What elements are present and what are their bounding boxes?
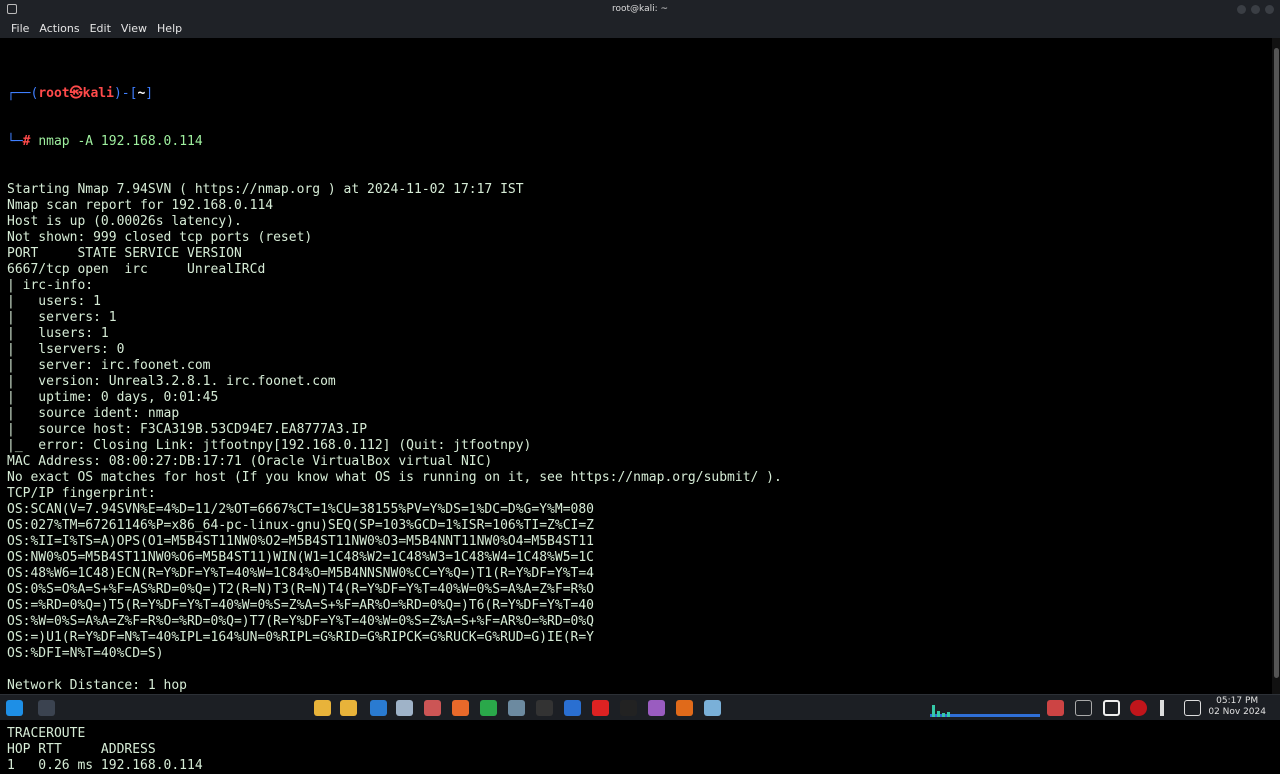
- output-line: OS:SCAN(V=7.94SVN%E=4%D=11/2%OT=6667%CT=…: [7, 502, 594, 517]
- prompt-line-1: ┌──(root㉿kali)-[~]: [7, 86, 154, 101]
- command-text: nmap -A 192.168.0.114: [38, 134, 203, 149]
- app-purple-icon[interactable]: [648, 700, 665, 716]
- screen-share-icon[interactable]: [1103, 700, 1120, 716]
- firefox-icon[interactable]: [452, 700, 469, 716]
- title-bar: root@kali: ~: [0, 0, 1280, 19]
- output-line: | servers: 1: [7, 310, 117, 325]
- minimize-button[interactable]: [1237, 5, 1246, 14]
- prompt-host: kali: [82, 86, 114, 101]
- maximize-button[interactable]: [1251, 5, 1260, 14]
- output-line: | source ident: nmap: [7, 406, 180, 421]
- output-line: | lusers: 1: [7, 326, 109, 341]
- file-manager-icon[interactable]: [340, 700, 357, 716]
- text-editor-icon[interactable]: [508, 700, 525, 716]
- output-line: Not shown: 999 closed tcp ports (reset): [7, 230, 313, 245]
- clock[interactable]: 05:17 PM 02 Nov 2024: [1208, 696, 1266, 718]
- output-line: OS:%W=0%S=A%A=Z%F=R%O=%RD=0%Q=)T7(R=Y%DF…: [7, 614, 594, 629]
- menu-help[interactable]: Help: [152, 19, 187, 38]
- cli-icon[interactable]: [620, 700, 637, 716]
- chrome-icon[interactable]: [480, 700, 497, 716]
- output-line: | server: irc.foonet.com: [7, 358, 211, 373]
- record-icon[interactable]: [1047, 700, 1064, 716]
- output-line: No exact OS matches for host (If you kno…: [7, 470, 782, 485]
- output-line: OS:0%S=O%A=S+%F=AS%RD=0%Q=)T2(R=N)T3(R=N…: [7, 582, 594, 597]
- scrollbar-thumb[interactable]: [1274, 48, 1279, 678]
- output-line: 6667/tcp open irc UnrealIRCd: [7, 262, 266, 277]
- output-line: MAC Address: 08:00:27:DB:17:71 (Oracle V…: [7, 454, 493, 469]
- desktop-icon[interactable]: [38, 700, 55, 716]
- output-line: |_ error: Closing Link: jtfootnpy[192.16…: [7, 438, 532, 453]
- folder-icon[interactable]: [314, 700, 331, 716]
- prompt-at: ㉿: [69, 86, 83, 101]
- output-line: | irc-info:: [7, 278, 94, 293]
- output-line: OS:%DFI=N%T=40%CD=S): [7, 646, 164, 661]
- output-line: Host is up (0.00026s latency).: [7, 214, 242, 229]
- terminal-icon[interactable]: [370, 700, 387, 716]
- app-blue-icon[interactable]: [704, 700, 721, 716]
- terminal-2-icon[interactable]: [536, 700, 553, 716]
- output-line: HOP RTT ADDRESS: [7, 742, 156, 757]
- output-line: 1 0.26 ms 192.168.0.114: [7, 758, 203, 773]
- output-line: TCP/IP fingerprint:: [7, 486, 156, 501]
- terminal-area[interactable]: ┌──(root㉿kali)-[~] └─# nmap -A 192.168.0…: [0, 38, 1272, 773]
- menu-file[interactable]: File: [0, 19, 34, 38]
- window-title: root@kali: ~: [611, 4, 669, 14]
- burp-icon[interactable]: [424, 700, 441, 716]
- menu-actions[interactable]: Actions: [34, 19, 84, 38]
- taskbar: 05:17 PM 02 Nov 2024: [0, 694, 1280, 720]
- output-line: | lservers: 0: [7, 342, 125, 357]
- volume-icon[interactable]: [1160, 700, 1170, 716]
- output-line: OS:027%TM=67261146%P=x86_64-pc-linux-gnu…: [7, 518, 594, 533]
- clock-date: 02 Nov 2024: [1208, 707, 1266, 717]
- output-line: OS:48%W6=1C48)ECN(R=Y%DF=Y%T=40%W=1C84%O…: [7, 566, 594, 581]
- app-orange-icon[interactable]: [676, 700, 693, 716]
- scrollbar[interactable]: [1272, 38, 1280, 694]
- menu-view[interactable]: View: [116, 19, 152, 38]
- prompt-symbol: #: [22, 134, 31, 149]
- notifications-icon[interactable]: [1184, 700, 1201, 716]
- cpu-graph: [930, 703, 1040, 717]
- network-icon[interactable]: [1075, 700, 1092, 716]
- close-button[interactable]: [1265, 5, 1274, 14]
- output-line: PORT STATE SERVICE VERSION: [7, 246, 242, 261]
- menu-edit[interactable]: Edit: [85, 19, 116, 38]
- output-line: | users: 1: [7, 294, 101, 309]
- microphone-icon[interactable]: [1130, 700, 1147, 716]
- app-red-icon[interactable]: [592, 700, 609, 716]
- output-line: | source host: F3CA319B.53CD94E7.EA8777A…: [7, 422, 368, 437]
- output-line: | uptime: 0 days, 0:01:45: [7, 390, 219, 405]
- output-line: Starting Nmap 7.94SVN ( https://nmap.org…: [7, 182, 524, 197]
- output-line: TRACEROUTE: [7, 726, 86, 741]
- output-line: Nmap scan report for 192.168.0.114: [7, 198, 274, 213]
- virtualbox-icon[interactable]: [396, 700, 413, 716]
- kali-menu-icon[interactable]: [6, 700, 23, 716]
- prompt-line-2: └─# nmap -A 192.168.0.114: [7, 134, 203, 149]
- output-line: OS:%II=I%TS=A)OPS(O1=M5B4ST11NW0%O2=M5B4…: [7, 534, 594, 549]
- prompt-user: root: [38, 86, 70, 101]
- clock-time: 05:17 PM: [1216, 696, 1259, 706]
- output-line: OS:=)U1(R=Y%DF=N%T=40%IPL=164%UN=0%RIPL=…: [7, 630, 594, 645]
- output-line: Network Distance: 1 hop: [7, 678, 188, 693]
- output-line: OS:NW0%O5=M5B4ST11NW0%O6=M5B4ST11)WIN(W1…: [7, 550, 594, 565]
- menu-bar: File Actions Edit View Help: [0, 19, 1280, 38]
- output-line: | version: Unreal3.2.8.1. irc.foonet.com: [7, 374, 336, 389]
- vscode-icon[interactable]: [564, 700, 581, 716]
- output-line: OS:=%RD=0%Q=)T5(R=Y%DF=Y%T=40%W=0%S=Z%A=…: [7, 598, 594, 613]
